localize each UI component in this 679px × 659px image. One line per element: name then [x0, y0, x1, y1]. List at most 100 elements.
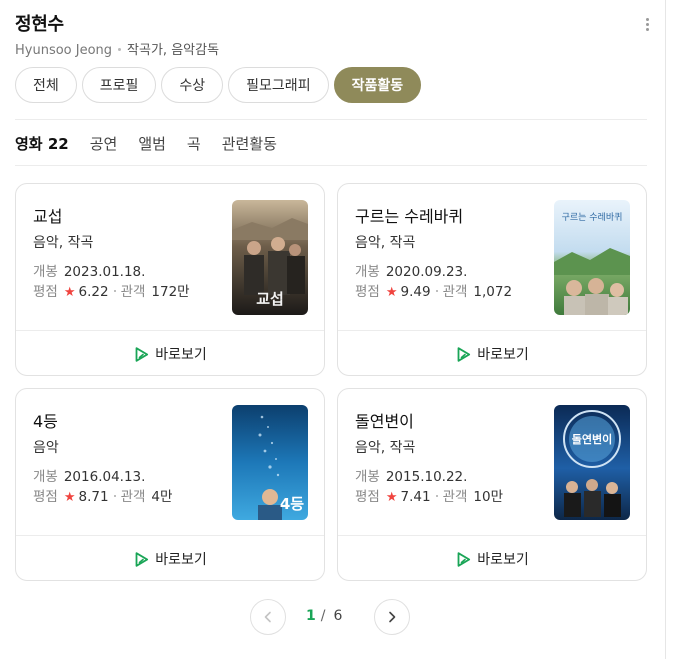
star-icon: ★	[385, 285, 398, 300]
release-label: 개봉	[33, 264, 58, 280]
pill-awards[interactable]: 수상	[161, 67, 224, 103]
chevron-right-icon	[389, 611, 396, 623]
movie-release: 개봉 2015.10.22.	[355, 465, 467, 485]
star-icon: ★	[385, 490, 398, 505]
movie-title[interactable]: 구르는 수레바퀴	[355, 203, 463, 227]
watch-button[interactable]: 바로보기	[338, 331, 646, 375]
audience-value: 1,072	[473, 284, 513, 300]
audience-value: 4만	[151, 489, 173, 505]
rating-label: 평점	[355, 284, 380, 300]
play-icon	[135, 551, 149, 567]
person-english-name: Hyunsoo Jeong	[15, 43, 113, 58]
poster-title: 4등	[280, 495, 304, 513]
audience-label: 관객	[120, 489, 146, 505]
star-icon: ★	[63, 490, 76, 505]
rating-label: 평점	[33, 489, 58, 505]
audience-label: 관객	[442, 489, 468, 505]
watch-button[interactable]: 바로보기	[338, 536, 646, 580]
separator-dot	[113, 289, 116, 292]
rating-label: 평점	[355, 489, 380, 505]
movie-scores: 평점 ★ 9.49 관객 1,072	[355, 280, 512, 300]
play-icon	[457, 551, 471, 567]
chevron-left-icon	[264, 611, 271, 623]
movie-scores: 평점 ★ 8.71 관객 4만	[33, 485, 172, 505]
person-name: 정현수	[15, 14, 64, 35]
release-date: 2023.01.18.	[63, 264, 146, 280]
works-tabs: 영화 22 공연 앨범 곡 관련활동	[15, 133, 277, 157]
play-icon	[135, 346, 149, 362]
person-subline: Hyunsoo Jeong 작곡가, 음악감독	[15, 39, 219, 58]
star-icon: ★	[63, 285, 76, 300]
tab-albums[interactable]: 앨범	[138, 133, 166, 157]
poster-title: 구르는 수레바퀴	[562, 212, 623, 223]
movie-card: 돌연변이 음악, 작곡 개봉 2015.10.22. 평점 ★ 7.41 관객 10만 돌…	[337, 388, 647, 581]
person-roles: 작곡가, 음악감독	[127, 43, 220, 58]
watch-label: 바로보기	[477, 552, 529, 568]
movie-title[interactable]: 교섭	[33, 203, 62, 227]
watch-button[interactable]: 바로보기	[16, 331, 324, 375]
movie-title[interactable]: 4등	[33, 408, 58, 432]
rating-value: 7.41	[400, 489, 431, 505]
watch-label: 바로보기	[155, 347, 207, 363]
movie-card: 구르는 수레바퀴 음악, 작곡 개봉 2020.09.23. 평점 ★ 9.49 관객 1…	[337, 183, 647, 376]
total-pages: 6	[333, 608, 343, 624]
next-page-button[interactable]	[374, 599, 410, 635]
poster-title: 돌연변이	[572, 432, 612, 446]
play-icon	[457, 346, 471, 362]
movie-role: 음악, 작곡	[33, 235, 94, 251]
pill-profile[interactable]: 프로필	[81, 67, 157, 103]
tab-movies[interactable]: 영화 22	[15, 133, 69, 157]
movie-release: 개봉 2016.04.13.	[33, 465, 145, 485]
movie-poster[interactable]: 4등	[232, 405, 308, 520]
rating-value: 8.71	[78, 489, 109, 505]
movie-release: 개봉 2020.09.23.	[355, 260, 467, 280]
prev-page-button[interactable]	[250, 599, 286, 635]
category-pills: 전체 프로필 수상 필모그래피 작품활동	[15, 67, 422, 103]
rating-value: 9.49	[400, 284, 431, 300]
separator-dot	[113, 494, 116, 497]
release-date: 2015.10.22.	[385, 469, 468, 485]
page-indicator: 1/ 6	[306, 608, 342, 624]
movie-poster[interactable]: 구르는 수레바퀴	[554, 200, 630, 315]
current-page: 1	[306, 608, 316, 624]
person-header: 정현수 Hyunsoo Jeong 작곡가, 음악감독	[15, 10, 655, 60]
release-label: 개봉	[355, 469, 380, 485]
audience-label: 관객	[442, 284, 468, 300]
tab-related-activities[interactable]: 관련활동	[222, 133, 277, 157]
tab-performances[interactable]: 공연	[90, 133, 118, 157]
panel-right-border	[665, 0, 666, 659]
release-date: 2016.04.13.	[63, 469, 146, 485]
pill-filmography[interactable]: 필모그래피	[228, 67, 329, 103]
watch-label: 바로보기	[477, 347, 529, 363]
divider	[15, 165, 647, 166]
watch-label: 바로보기	[155, 552, 207, 568]
release-label: 개봉	[33, 469, 58, 485]
movie-poster[interactable]: 교섭	[232, 200, 308, 315]
movie-role: 음악, 작곡	[355, 235, 416, 251]
pill-works[interactable]: 작품활동	[333, 67, 422, 103]
release-date: 2020.09.23.	[385, 264, 468, 280]
movie-title[interactable]: 돌연변이	[355, 408, 414, 432]
audience-label: 관객	[120, 284, 146, 300]
movie-role: 음악, 작곡	[355, 440, 416, 456]
pill-all[interactable]: 전체	[15, 67, 77, 103]
movie-release: 개봉 2023.01.18.	[33, 260, 145, 280]
separator-dot	[435, 494, 438, 497]
tab-songs[interactable]: 곡	[187, 133, 201, 157]
more-options-icon[interactable]	[639, 16, 655, 38]
movie-poster[interactable]: 돌연변이	[554, 405, 630, 520]
divider	[15, 119, 647, 120]
separator-dot	[118, 48, 122, 51]
watch-button[interactable]: 바로보기	[16, 536, 324, 580]
movie-role: 음악	[33, 440, 59, 456]
poster-title: 교섭	[256, 290, 284, 308]
release-label: 개봉	[355, 264, 380, 280]
audience-value: 172만	[151, 284, 190, 300]
rating-label: 평점	[33, 284, 58, 300]
rating-value: 6.22	[78, 284, 109, 300]
pagination: 1/ 6	[250, 599, 412, 635]
page-separator: /	[320, 608, 326, 624]
movie-scores: 평점 ★ 7.41 관객 10만	[355, 485, 503, 505]
movie-card: 교섭 음악, 작곡 개봉 2023.01.18. 평점 ★ 6.22 관객 172만 교섭…	[15, 183, 325, 376]
separator-dot	[435, 289, 438, 292]
